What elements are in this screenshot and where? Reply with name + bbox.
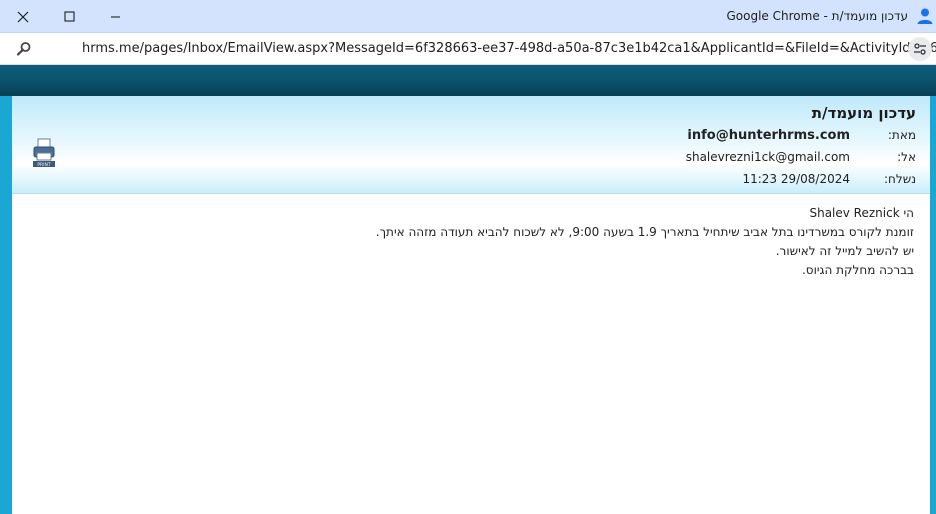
close-icon — [17, 11, 29, 22]
left-frame-border — [0, 96, 12, 514]
sent-row: נשלח: 11:23 29/08/2024 — [676, 172, 916, 190]
print-icon[interactable]: PRINT — [32, 138, 56, 168]
minimize-icon — [110, 16, 120, 18]
right-frame-border — [930, 96, 936, 514]
to-value: shalevrezni1ck@gmail.com — [685, 150, 850, 164]
search-lens-icon[interactable] — [16, 41, 32, 57]
url-field[interactable]: hrms.me/pages/Inbox/EmailView.aspx?Messa… — [82, 41, 936, 56]
body-line-signature: בברכה מחלקת הגיוס. — [801, 263, 914, 277]
site-settings-button[interactable] — [908, 37, 932, 61]
email-header: עדכון מועמד/ת מאת: info@hunterhrms.com א… — [12, 96, 930, 194]
from-label: מאת: — [887, 128, 916, 142]
to-row: אל: shalevrezni1ck@gmail.com — [676, 150, 916, 168]
maximize-button[interactable] — [46, 0, 92, 33]
site-settings-icon — [914, 43, 926, 55]
body-line-invitation: זומנת לקורס במשרדינו בתל אביב שיתחיל בתא… — [375, 225, 914, 239]
body-line-greeting: הי Shalev Reznick — [809, 206, 914, 220]
address-bar: hrms.me/pages/Inbox/EmailView.aspx?Messa… — [0, 33, 936, 65]
to-label: אל: — [897, 150, 916, 164]
email-subject: עדכון מועמד/ת — [811, 104, 916, 122]
minimize-button[interactable] — [92, 0, 138, 33]
sent-label: נשלח: — [883, 172, 916, 186]
window-titlebar: עדכון מועמד/ת - Google Chrome — [0, 0, 936, 33]
window-title: עדכון מועמד/ת - Google Chrome — [726, 9, 909, 23]
email-body: הי Shalev Reznick זומנת לקורס במשרדינו ב… — [12, 194, 930, 514]
close-button[interactable] — [0, 0, 46, 33]
from-value: info@hunterhrms.com — [687, 128, 850, 143]
body-line-reply: יש להשיב למייל זה לאישור. — [775, 244, 914, 258]
page-top-band — [0, 65, 936, 96]
sent-value: 11:23 29/08/2024 — [742, 172, 850, 186]
svg-text:PRINT: PRINT — [37, 162, 51, 168]
from-row: מאת: info@hunterhrms.com — [676, 128, 916, 146]
user-icon — [917, 8, 933, 24]
maximize-icon — [63, 11, 75, 22]
